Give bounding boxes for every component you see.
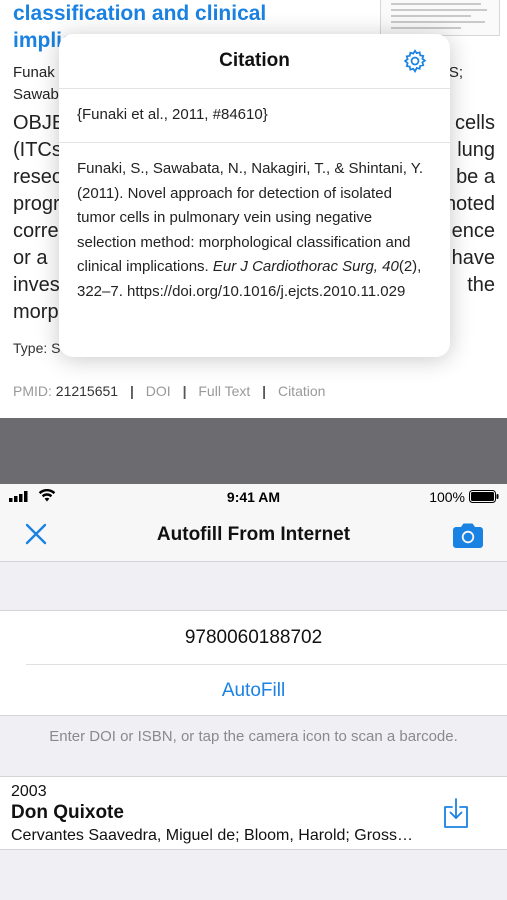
autofill-screen: 9:41 AM 100% Autofill From Internet Auto… [0,484,507,900]
citation-link[interactable]: Citation [278,383,325,399]
result-year: 2003 [11,783,47,800]
authors-line-end: S; [448,64,463,81]
autofill-button[interactable]: AutoFill [0,665,507,717]
camera-icon[interactable] [451,521,485,549]
citation-journal: Eur J Cardiothorac Surg, 40 [212,258,399,276]
doi-link[interactable]: DOI [146,383,171,399]
citation-popover-title: Citation [219,50,290,71]
abstract-text: or a [13,247,48,269]
reference-type: Type: S [13,340,61,356]
abstract-text: have [451,247,495,269]
identifier-form: AutoFill [0,610,507,716]
abstract-text: the [467,274,495,296]
pmid-label: PMID: [13,383,52,399]
abstract-text: OBJE [13,112,66,134]
abstract-text: noted [444,193,495,215]
abstract-text: lung [457,139,495,161]
reference-detail-screen: classification and clinical implic Funak… [0,0,507,418]
abstract-text: corre [13,220,59,242]
abstract-text: inves [13,274,60,296]
result-authors: Cervantes Saavedra, Miguel de; Bloom, Ha… [11,827,421,844]
result-title: Don Quixote [11,802,124,823]
pdf-thumbnail[interactable] [380,0,500,36]
citation-popover-header: Citation [59,34,450,89]
reference-title-line: classification and clinical [13,2,267,25]
result-row[interactable]: 2003 Don Quixote Cervantes Saavedra, Mig… [0,776,507,850]
separator: | [182,383,187,399]
citation-popover: Citation {Funaki et al., 2011, #84610} F… [59,34,450,357]
navigation-bar: Autofill From Internet [0,508,507,562]
full-citation: Funaki, S., Sawabata, N., Nakagiri, T., … [59,143,450,305]
short-citation: {Funaki et al., 2011, #84610} [59,89,450,143]
abstract-text: cells [454,112,495,134]
screen-separator [0,418,507,484]
abstract-text: progr [13,193,60,215]
separator: | [129,383,134,399]
page-title: Autofill From Internet [156,524,351,545]
abstract-text: ence [451,220,495,242]
full-text-link[interactable]: Full Text [198,383,250,399]
pmid-value: 21215651 [55,383,119,399]
battery-icon [469,490,499,503]
abstract-text: morp [13,301,59,323]
separator: | [262,383,267,399]
abstract-text: be a [456,166,495,188]
identifier-input[interactable] [0,611,507,664]
download-icon[interactable] [443,797,469,829]
reference-meta-links: PMID: 21215651 | DOI | Full Text | Citat… [13,383,325,399]
gear-icon[interactable] [402,48,428,74]
abstract-text: (ITCs [13,139,62,161]
status-bar: 9:41 AM 100% [0,484,507,508]
input-hint: Enter DOI or ISBN, or tap the camera ico… [49,728,458,745]
abstract-text: resec [13,166,62,188]
battery-percent: 100% [429,489,465,505]
